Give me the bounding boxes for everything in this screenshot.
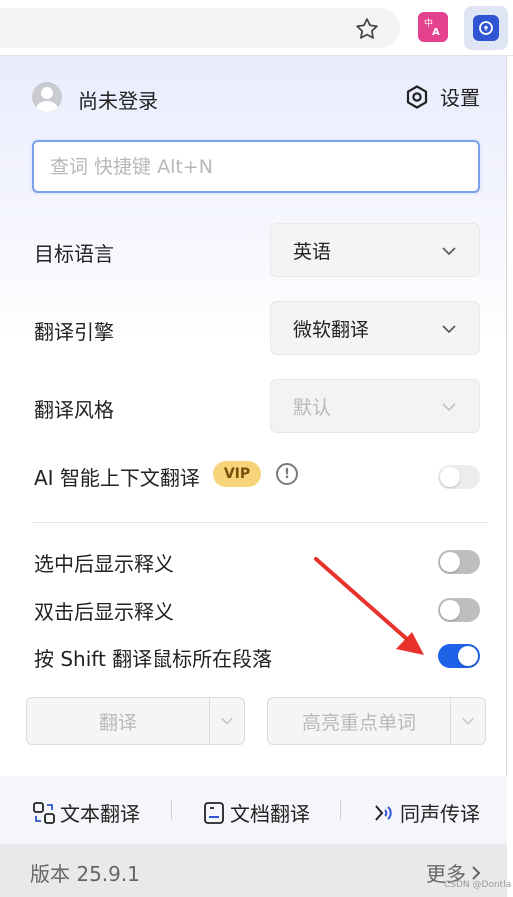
document-translate-label: 文档翻译 <box>230 802 310 826</box>
chevron-down-icon <box>221 717 233 725</box>
settings-label: 设置 <box>440 86 480 110</box>
select-definition-toggle[interactable] <box>438 550 480 574</box>
text-translate-tool[interactable]: 文本翻译 <box>32 798 140 827</box>
style-value: 默认 <box>293 396 332 419</box>
extension-popup: 尚未登录 设置 目标语言 英语 翻译引擎 微软翻译 翻译风格 默认 AI 智能上… <box>0 56 507 897</box>
chevron-down-icon <box>442 325 456 334</box>
info-icon[interactable]: ! <box>276 463 298 485</box>
settings-hexagon-icon <box>406 84 428 109</box>
divider <box>32 522 487 523</box>
translator-logo-icon <box>473 15 499 41</box>
translate-split-button[interactable]: 翻译 <box>26 697 245 745</box>
address-bar[interactable] <box>0 8 400 48</box>
engine-value: 微软翻译 <box>293 318 370 341</box>
tools-bar: 文本翻译 文档翻译 同声传译 <box>0 776 507 844</box>
text-translate-label: 文本翻译 <box>60 802 140 826</box>
style-select[interactable]: 默认 <box>270 379 480 433</box>
tool-separator <box>340 800 341 820</box>
ai-context-toggle[interactable] <box>438 465 480 489</box>
settings-button[interactable]: 设置 <box>404 82 480 111</box>
vip-badge: VIP <box>213 461 261 487</box>
search-input[interactable] <box>32 140 480 193</box>
bookmark-star-icon[interactable] <box>352 14 382 44</box>
tool-separator <box>171 800 172 820</box>
target-language-label: 目标语言 <box>34 242 114 266</box>
target-language-value: 英语 <box>293 240 332 263</box>
chevron-down-icon <box>442 403 456 412</box>
shift-translate-toggle[interactable] <box>438 644 480 668</box>
highlight-dropdown[interactable] <box>450 698 485 744</box>
engine-select[interactable]: 微软翻译 <box>270 301 480 355</box>
highlight-words-button[interactable]: 高亮重点单词 <box>268 698 450 744</box>
translate-dropdown[interactable] <box>209 698 244 744</box>
ai-context-label: AI 智能上下文翻译 <box>34 466 200 490</box>
footer: 版本 25.9.1 更多 <box>0 844 507 897</box>
simultaneous-interpret-icon <box>375 804 392 821</box>
document-translate-tool[interactable]: 文档翻译 <box>202 798 310 827</box>
target-language-select[interactable]: 英语 <box>270 223 480 277</box>
dblclick-definition-toggle[interactable] <box>438 598 480 622</box>
active-extension-button[interactable] <box>464 6 508 50</box>
document-translate-icon <box>204 801 224 824</box>
text-translate-icon <box>33 801 55 824</box>
browser-toolbar: 中A <box>0 0 513 56</box>
chevron-down-icon <box>442 247 456 256</box>
avatar[interactable] <box>32 82 62 112</box>
chevron-right-icon <box>472 865 481 880</box>
toggle-label-select-definition: 选中后显示释义 <box>34 552 174 576</box>
style-label: 翻译风格 <box>34 398 114 422</box>
simultaneous-interpret-tool[interactable]: 同声传译 <box>370 798 480 827</box>
translate-button[interactable]: 翻译 <box>27 698 209 744</box>
svg-text:A: A <box>432 27 440 38</box>
highlight-split-button[interactable]: 高亮重点单词 <box>267 697 486 745</box>
version-text: 版本 25.9.1 <box>30 862 140 886</box>
simultaneous-interpret-label: 同声传译 <box>400 802 480 826</box>
login-status[interactable]: 尚未登录 <box>78 85 158 114</box>
engine-label: 翻译引擎 <box>34 320 114 344</box>
watermark: CSDN @Dontla <box>444 880 512 890</box>
translate-extension-icon[interactable]: 中A <box>418 12 448 42</box>
toggle-label-shift-translate: 按 Shift 翻译鼠标所在段落 <box>34 647 273 671</box>
toggle-label-dblclick-definition: 双击后显示释义 <box>34 600 174 624</box>
chevron-down-icon <box>462 717 474 725</box>
